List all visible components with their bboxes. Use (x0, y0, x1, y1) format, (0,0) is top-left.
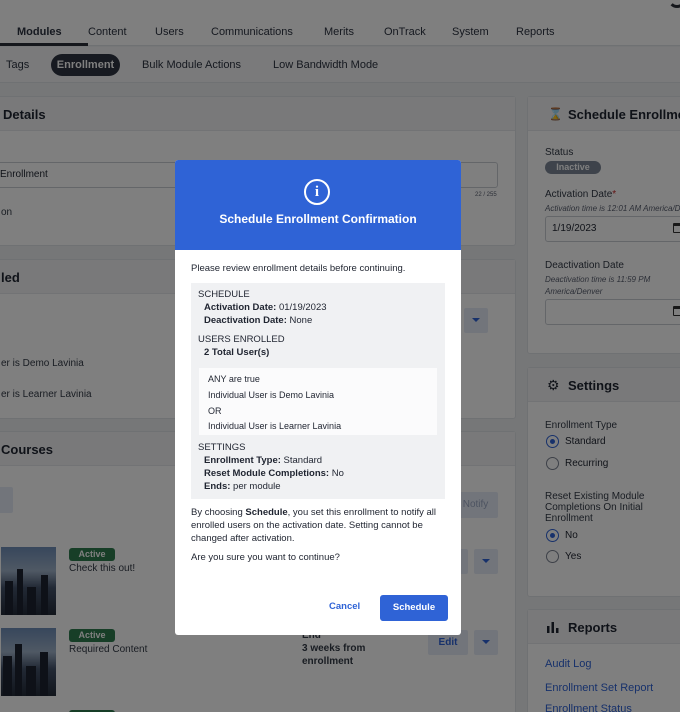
rule-line: OR (208, 406, 222, 416)
users-total: 2 Total User(s) (204, 347, 270, 358)
summary-deactivation: Deactivation Date: None (204, 315, 313, 326)
users-heading: USERS ENROLLED (198, 334, 285, 345)
dialog-intro: Please review enrollment details before … (191, 263, 406, 274)
schedule-button[interactable]: Schedule (380, 595, 448, 621)
rule-line: ANY are true (208, 374, 260, 384)
schedule-heading: SCHEDULE (198, 289, 250, 300)
summary-activation: Activation Date: 01/19/2023 (204, 302, 327, 313)
summary-type: Enrollment Type: Standard (204, 455, 323, 466)
enrollment-summary: SCHEDULE Activation Date: 01/19/2023 Dea… (191, 283, 445, 499)
summary-reset: Reset Module Completions: No (204, 468, 344, 479)
dialog-header: i Schedule Enrollment Confirmation (175, 160, 461, 250)
rule-line: Individual User is Learner Lavinia (208, 421, 342, 431)
dialog-notice: By choosing Schedule, you set this enrol… (191, 507, 437, 544)
dialog-title: Schedule Enrollment Confirmation (219, 212, 417, 226)
settings-heading: SETTINGS (198, 442, 246, 453)
info-icon: i (304, 179, 330, 205)
enrollment-rules: ANY are true Individual User is Demo Lav… (199, 368, 437, 435)
rule-line: Individual User is Demo Lavinia (208, 390, 335, 400)
schedule-confirmation-dialog: i Schedule Enrollment Confirmation Pleas… (175, 160, 461, 635)
summary-ends: Ends: per module (204, 481, 281, 492)
cancel-button[interactable]: Cancel (329, 601, 360, 612)
dialog-question: Are you sure you want to continue? (191, 552, 340, 563)
